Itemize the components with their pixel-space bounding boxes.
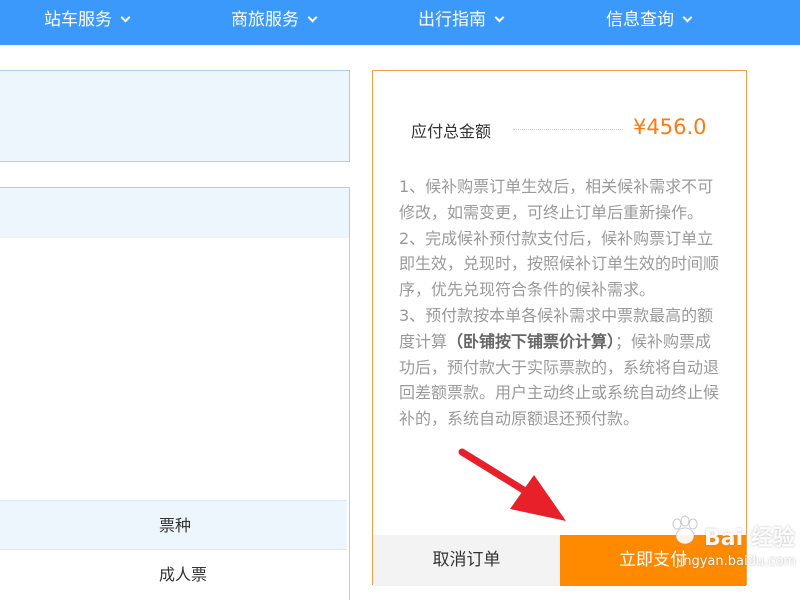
note-3-bold: （卧铺按下铺票价计算）	[447, 331, 616, 351]
total-amount-label: 应付总金额	[411, 122, 492, 141]
table-row: 成人票	[0, 550, 347, 600]
note-2: 2、完成候补预付款支付后，候补购票订单立即生效，兑现时，按照候补订单生效的时间顺…	[399, 228, 720, 300]
cancel-order-button[interactable]: 取消订单	[373, 535, 560, 586]
chevron-down-icon	[120, 12, 131, 23]
table-header: 票种	[0, 500, 347, 550]
ticket-type-value: 成人票	[159, 565, 208, 584]
nav-item-label: 商旅服务	[231, 10, 299, 30]
nav-item-label: 站车服务	[44, 10, 112, 30]
note-1: 1、候补购票订单生效后，相关候补需求不可修改，如需变更，可终止订单后重新操作。	[399, 177, 714, 222]
total-amount-value: ¥456.0	[633, 115, 707, 139]
chevron-down-icon	[682, 12, 693, 23]
passenger-panel: 票种 成人票	[0, 187, 350, 600]
chevron-down-icon	[494, 12, 505, 23]
order-summary-panel	[0, 70, 350, 162]
pay-now-button[interactable]: 立即支付	[560, 535, 746, 586]
nav-item-label: 出行指南	[418, 10, 486, 30]
column-header-ticket-type: 票种	[159, 516, 192, 535]
nav-item-business-travel[interactable]: 商旅服务	[231, 0, 318, 40]
dotted-leader	[513, 129, 623, 130]
top-navigation: 站车服务 商旅服务 出行指南 信息查询	[0, 0, 800, 45]
nav-item-travel-guide[interactable]: 出行指南	[418, 0, 505, 40]
nav-item-label: 信息查询	[606, 10, 674, 30]
passenger-panel-header	[0, 188, 349, 238]
payment-panel: 应付总金额 ¥456.0 1、候补购票订单生效后，相关候补需求不可修改，如需变更…	[372, 70, 747, 586]
payment-notes: 1、候补购票订单生效后，相关候补需求不可修改，如需变更，可终止订单后重新操作。 …	[399, 174, 721, 432]
note-3: 3、预付款按本单各候补需求中票款最高的额度计算（卧铺按下铺票价计算）；候补购票成…	[399, 303, 721, 432]
nav-item-info-query[interactable]: 信息查询	[606, 0, 693, 40]
nav-item-station-service[interactable]: 站车服务	[44, 0, 131, 40]
chevron-down-icon	[307, 12, 318, 23]
